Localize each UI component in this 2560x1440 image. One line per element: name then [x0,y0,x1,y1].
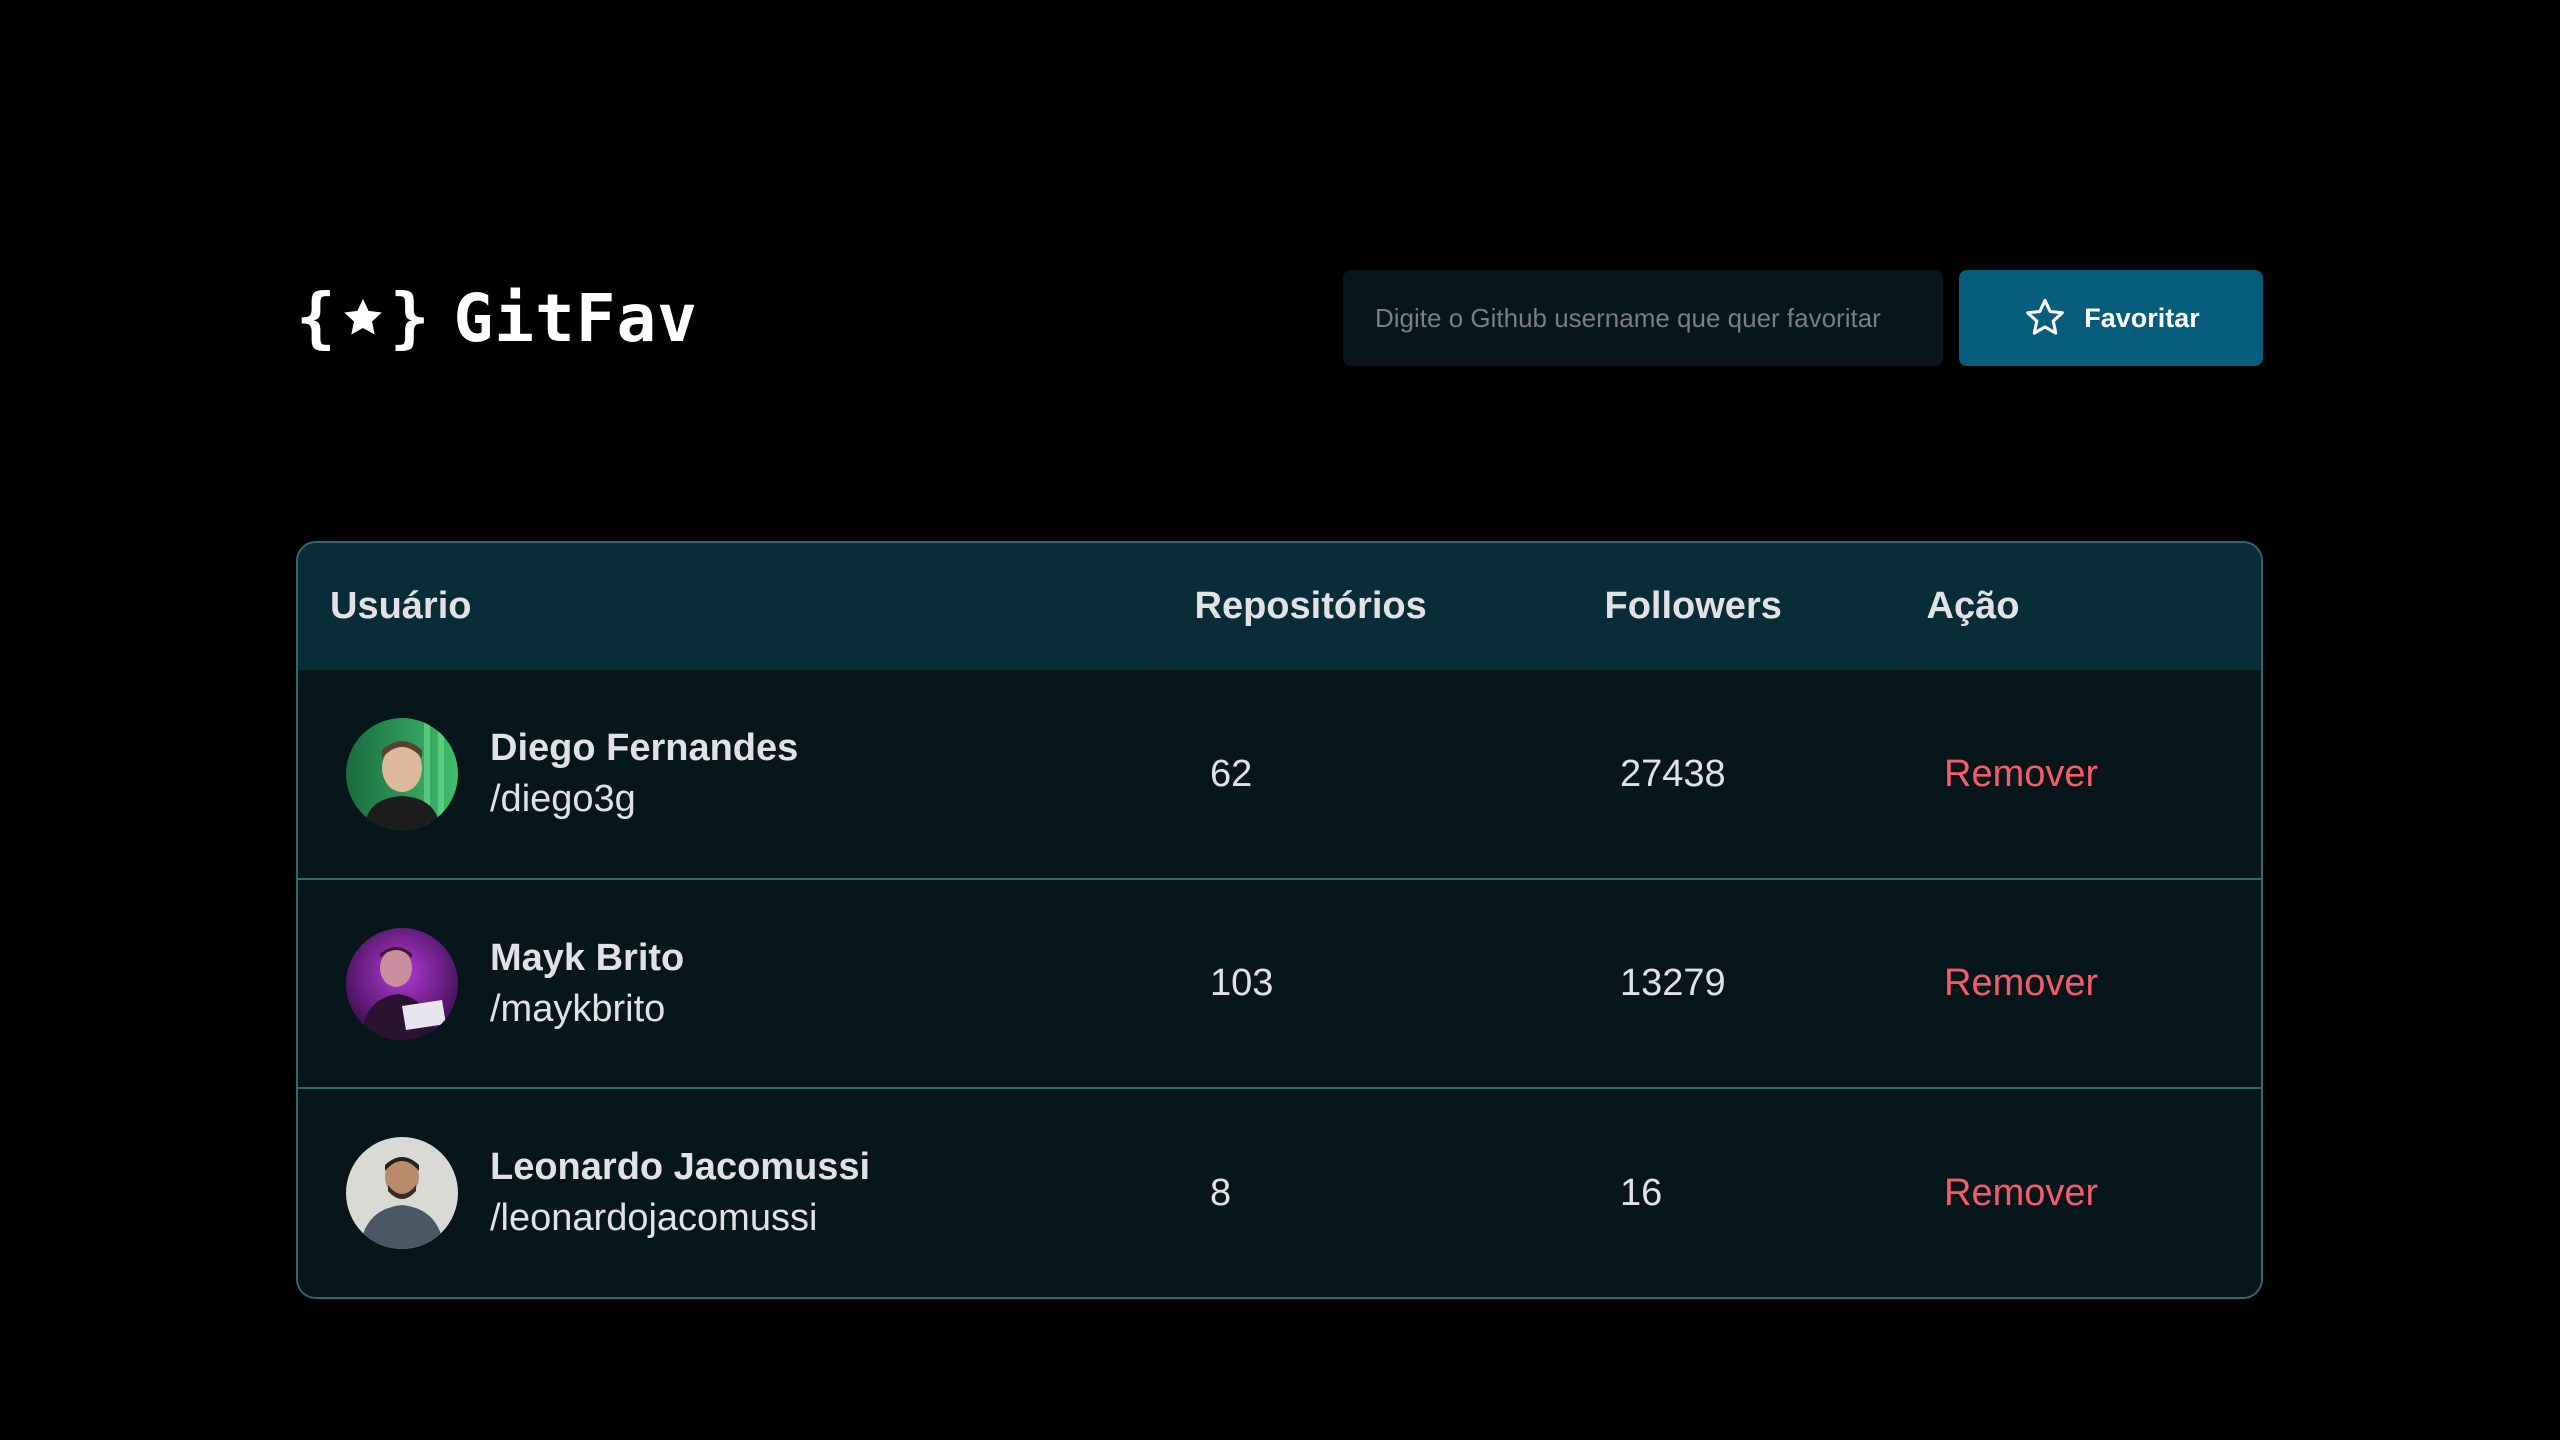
app-root: { } GitFav Favoritar [0,0,2560,1440]
favoritar-button[interactable]: Favoritar [1959,270,2263,366]
user-name: Leonardo Jacomussi [490,1146,871,1188]
user-block: Mayk Brito /maykbrito [346,927,1162,1040]
user-login: /leonardojacomussi [490,1197,818,1239]
cell-repos: 62 [1210,752,1253,795]
user-block: Leonardo Jacomussi /leonardojacomussi [346,1137,1162,1249]
cell-followers: 16 [1572,1087,1904,1297]
avatar[interactable] [346,927,458,1040]
user-info: Diego Fernandes /diego3g [490,727,798,821]
header-row: Usuário Repositórios Followers Ação [298,543,2261,670]
table-body: Diego Fernandes /diego3g 62 27438 Remove… [298,670,2261,1297]
user-info: Leonardo Jacomussi /leonardojacomussi [490,1146,870,1240]
page-header: { } GitFav Favoritar [296,270,2263,366]
logo: { } GitFav [296,280,698,357]
favorites-table-container: Usuário Repositórios Followers Ação Dieg… [296,541,2263,1299]
favorites-table: Usuário Repositórios Followers Ação Dieg… [298,543,2261,1297]
cell-action: Remover [1904,1087,2261,1297]
cell-followers: 27438 [1620,752,1726,795]
cell-repos: 8 [1162,1087,1572,1297]
header-repos: Repositórios [1161,543,1572,670]
app-title: GitFav [453,279,698,357]
remove-button[interactable]: Remover [1944,1172,2098,1215]
cell-action: Remover [1904,878,2261,1088]
cell-followers: 13279 [1572,878,1904,1088]
cell-repos: 103 [1162,878,1572,1088]
user-info: Mayk Brito /maykbrito [490,937,684,1031]
user-login: /diego3g [490,778,636,820]
remove-button[interactable]: Remover [1944,753,2098,796]
remove-button[interactable]: Remover [1944,962,2098,1005]
cell-action: Remover [1904,670,2261,879]
header-user: Usuário [330,585,472,627]
search-input[interactable] [1343,270,1943,366]
user-login: /maykbrito [490,987,666,1030]
header-followers: Followers [1571,543,1904,670]
avatar[interactable] [346,1137,458,1249]
avatar[interactable] [346,718,458,830]
cell-user: Diego Fernandes /diego3g [298,670,1162,879]
search-bar: Favoritar [1343,270,2263,366]
star-outline-icon [2022,295,2068,341]
favoritar-label: Favoritar [2084,302,2200,333]
cell-user: Mayk Brito /maykbrito [298,878,1162,1088]
user-block: Diego Fernandes /diego3g [346,718,1162,830]
table-row: Mayk Brito /maykbrito 103 13279 Remover [298,878,2261,1088]
braces-star-icon: { } [296,279,430,356]
cell-user: Leonardo Jacomussi /leonardojacomussi [298,1087,1162,1297]
user-name: Mayk Brito [490,936,685,979]
header-action: Ação [1903,543,2261,670]
table-row: Diego Fernandes /diego3g 62 27438 Remove… [298,670,2261,879]
user-name: Diego Fernandes [490,727,799,769]
table-header: Usuário Repositórios Followers Ação [298,543,2261,670]
table-row: Leonardo Jacomussi /leonardojacomussi 8 … [298,1087,2261,1297]
